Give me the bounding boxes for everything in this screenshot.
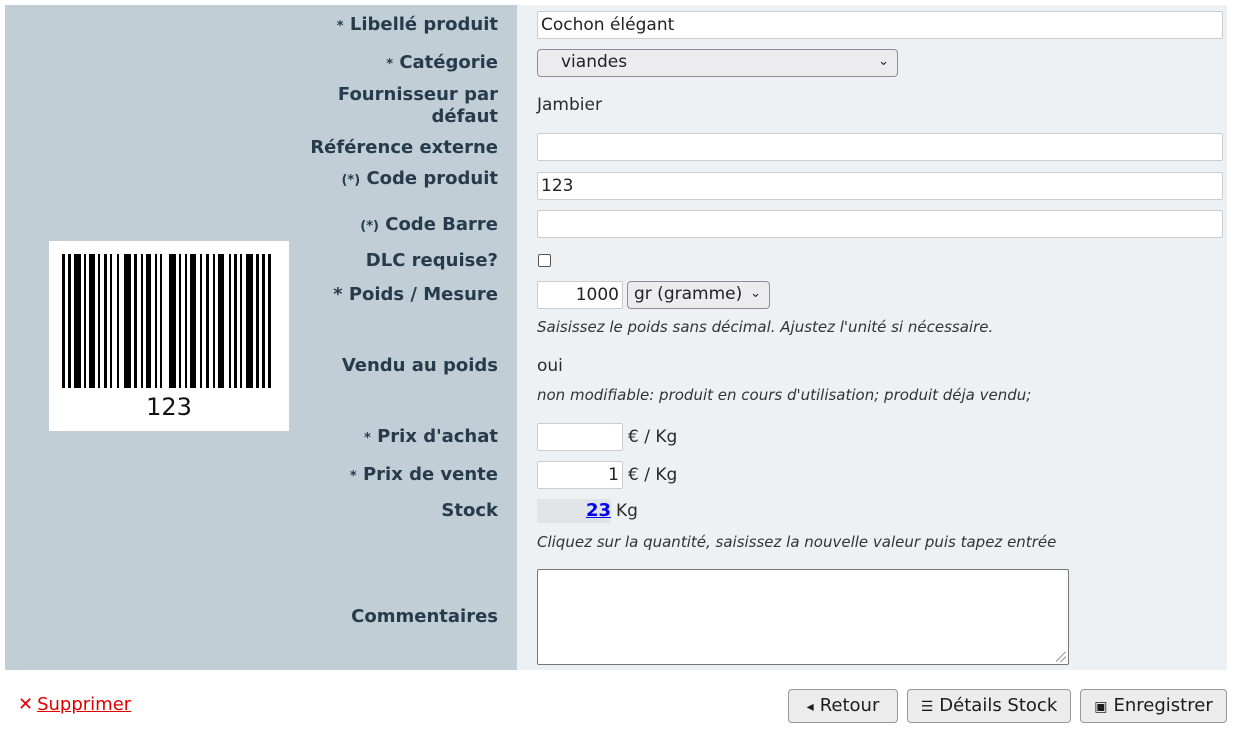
- dlc-checkbox[interactable]: [538, 254, 551, 267]
- stock-details-button[interactable]: ☰ Détails Stock: [907, 689, 1071, 723]
- stock-quantity-box[interactable]: 23: [537, 499, 611, 523]
- list-icon: ☰: [920, 699, 934, 715]
- commentaires-textarea[interactable]: [537, 569, 1069, 665]
- libelle-label: * Libellé produit: [336, 14, 498, 35]
- fournisseur-label: Fournisseur par défaut: [337, 84, 498, 127]
- stock-hint: Cliquez sur la quantité, saisissez la no…: [537, 533, 1057, 551]
- code-produit-label: (*) Code produit: [341, 168, 498, 189]
- vendu-poids-label: Vendu au poids: [341, 355, 498, 376]
- delete-link[interactable]: ✕ Supprimer: [18, 694, 131, 715]
- fournisseur-value: Jambier: [537, 95, 602, 115]
- reference-label: Référence externe: [310, 137, 498, 158]
- barcode-bars: [62, 254, 271, 388]
- prix-vente-unit: € / Kg: [628, 465, 678, 485]
- save-button[interactable]: ▣ Enregistrer: [1080, 689, 1227, 723]
- floppy-disk-icon: ▣: [1094, 699, 1108, 715]
- x-icon: ✕: [18, 694, 34, 715]
- code-barre-label: (*) Code Barre: [360, 214, 498, 235]
- prix-achat-input[interactable]: [537, 423, 623, 451]
- stock-label: Stock: [441, 500, 498, 521]
- poids-input[interactable]: 1000: [537, 281, 623, 309]
- poids-label: * Poids / Mesure: [333, 284, 498, 305]
- stock-unit: Kg: [616, 501, 638, 521]
- categorie-select[interactable]: viandes ⌄: [537, 49, 898, 77]
- prix-achat-label: * Prix d'achat: [364, 426, 498, 447]
- resize-grip-icon[interactable]: [1056, 652, 1066, 662]
- prix-vente-input[interactable]: 1: [537, 461, 623, 489]
- vendu-poids-value: oui: [537, 356, 563, 376]
- categorie-label: * Catégorie: [386, 52, 498, 73]
- caret-left-icon: ◂: [806, 699, 814, 715]
- dlc-label: DLC requise?: [365, 250, 498, 271]
- barcode-image: 123: [49, 241, 289, 431]
- chevron-down-icon: ⌄: [750, 286, 761, 301]
- prix-vente-label: * Prix de vente: [349, 464, 498, 485]
- code-barre-input[interactable]: [537, 210, 1223, 238]
- reference-input[interactable]: [537, 133, 1223, 161]
- commentaires-label: Commentaires: [351, 606, 498, 627]
- code-produit-input[interactable]: 123: [537, 172, 1223, 200]
- vendu-poids-hint: non modifiable: produit en cours d'utili…: [537, 386, 1032, 404]
- poids-hint: Saisissez le poids sans décimal. Ajustez…: [537, 318, 994, 336]
- back-button[interactable]: ◂ Retour: [788, 689, 898, 723]
- unit-select[interactable]: gr (gramme) ⌄: [627, 281, 770, 309]
- libelle-input[interactable]: Cochon élégant: [537, 11, 1223, 39]
- prix-achat-unit: € / Kg: [628, 427, 678, 447]
- barcode-number: 123: [146, 393, 192, 421]
- chevron-down-icon: ⌄: [878, 54, 889, 69]
- stock-quantity-link[interactable]: 23: [586, 499, 611, 523]
